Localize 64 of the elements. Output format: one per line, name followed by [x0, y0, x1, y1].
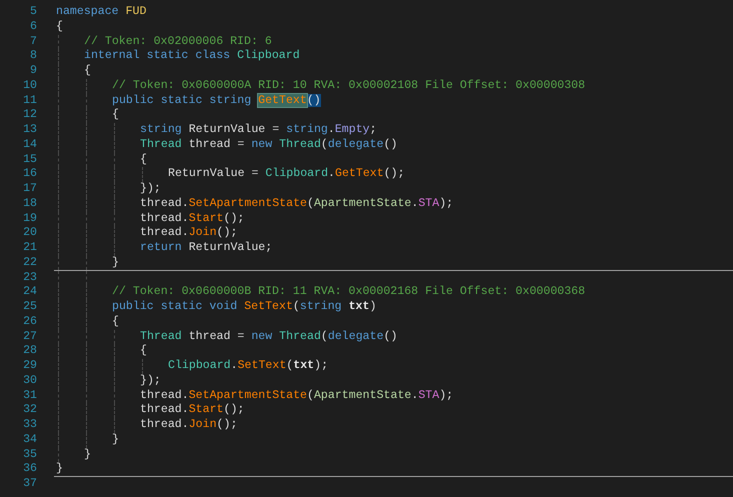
code-line: {	[56, 20, 63, 33]
line-number: 23	[22, 270, 37, 286]
code-line: internal static class Clipboard	[84, 49, 300, 62]
code-line: thread.Start();	[140, 212, 244, 224]
code-line: {	[84, 64, 91, 77]
code-line: thread.SetApartmentState(ApartmentState.STA);	[140, 388, 454, 402]
code-line: });	[140, 182, 161, 195]
line-number: 6	[29, 20, 37, 34]
code-line: string ReturnValue = string.Empty;	[140, 123, 377, 136]
code-line: Thread thread = new Thread(delegate()	[140, 138, 398, 151]
line-number: 30	[22, 374, 37, 388]
line-number: 10	[22, 78, 37, 94]
code-line: public static void SetText(string txt)	[112, 300, 376, 313]
code-line: {	[140, 344, 147, 358]
code-line: thread.Join();	[140, 226, 238, 240]
line-number: 8	[29, 49, 37, 64]
code-line: // Token: 0x02000006 RID: 6	[84, 34, 272, 48]
line-number: 34	[22, 432, 37, 448]
code-line: {	[112, 108, 119, 122]
line-number: 5	[29, 5, 37, 20]
line-number: 24	[22, 285, 37, 300]
code-line: // Token: 0x0600000B RID: 11 RVA: 0x00002168 File Offset: 0x00000368	[112, 285, 586, 298]
code-line: // Token: 0x0600000A RID: 10 RVA: 0x00002108 File Offset: 0x00000308	[112, 78, 586, 92]
line-number: 36	[22, 462, 37, 477]
code-line: namespace FUD	[56, 5, 146, 18]
line-number: 32	[22, 403, 37, 418]
line-number: 35	[22, 448, 37, 462]
line-number: 31	[22, 388, 37, 404]
code-line: }	[84, 448, 91, 460]
line-number: 37	[22, 477, 37, 492]
code-line: }	[112, 432, 119, 446]
line-number: 15	[22, 152, 37, 168]
line-number: 9	[29, 64, 37, 79]
code-line: {	[112, 314, 119, 328]
line-number: 26	[22, 314, 37, 330]
code-line: }	[112, 256, 119, 269]
line-number: 22	[22, 256, 37, 270]
code-line: thread.Join();	[140, 418, 238, 431]
code-line: });	[140, 374, 161, 387]
line-number: 27	[22, 330, 37, 344]
line-number: 29	[22, 359, 37, 374]
code-line: return ReturnValue;	[140, 241, 272, 254]
line-number: 20	[22, 226, 37, 241]
line-number: 25	[22, 300, 37, 315]
line-number: 21	[22, 241, 37, 256]
line-number: 14	[22, 138, 37, 152]
code-line: public static string GetText()	[112, 94, 321, 106]
code-line: thread.Start();	[140, 403, 244, 416]
code-line: Clipboard.SetText(txt);	[168, 359, 328, 372]
code-line: thread.SetApartmentState(ApartmentState.STA);	[140, 196, 454, 210]
line-number: 11	[22, 94, 37, 108]
line-number: 16	[22, 167, 37, 182]
line-number: 17	[22, 182, 37, 197]
line-number: 19	[22, 212, 37, 226]
line-number: 13	[22, 123, 37, 138]
line-number: 28	[22, 344, 37, 359]
line-number: 18	[22, 196, 37, 212]
code-line: {	[140, 152, 147, 166]
code-line: }	[56, 462, 63, 476]
code-line: ReturnValue = Clipboard.GetText();	[168, 167, 405, 180]
line-number: 12	[22, 108, 37, 123]
code-line: Thread thread = new Thread(delegate()	[140, 330, 398, 342]
line-number: 7	[29, 34, 37, 50]
line-number: 33	[22, 418, 37, 433]
